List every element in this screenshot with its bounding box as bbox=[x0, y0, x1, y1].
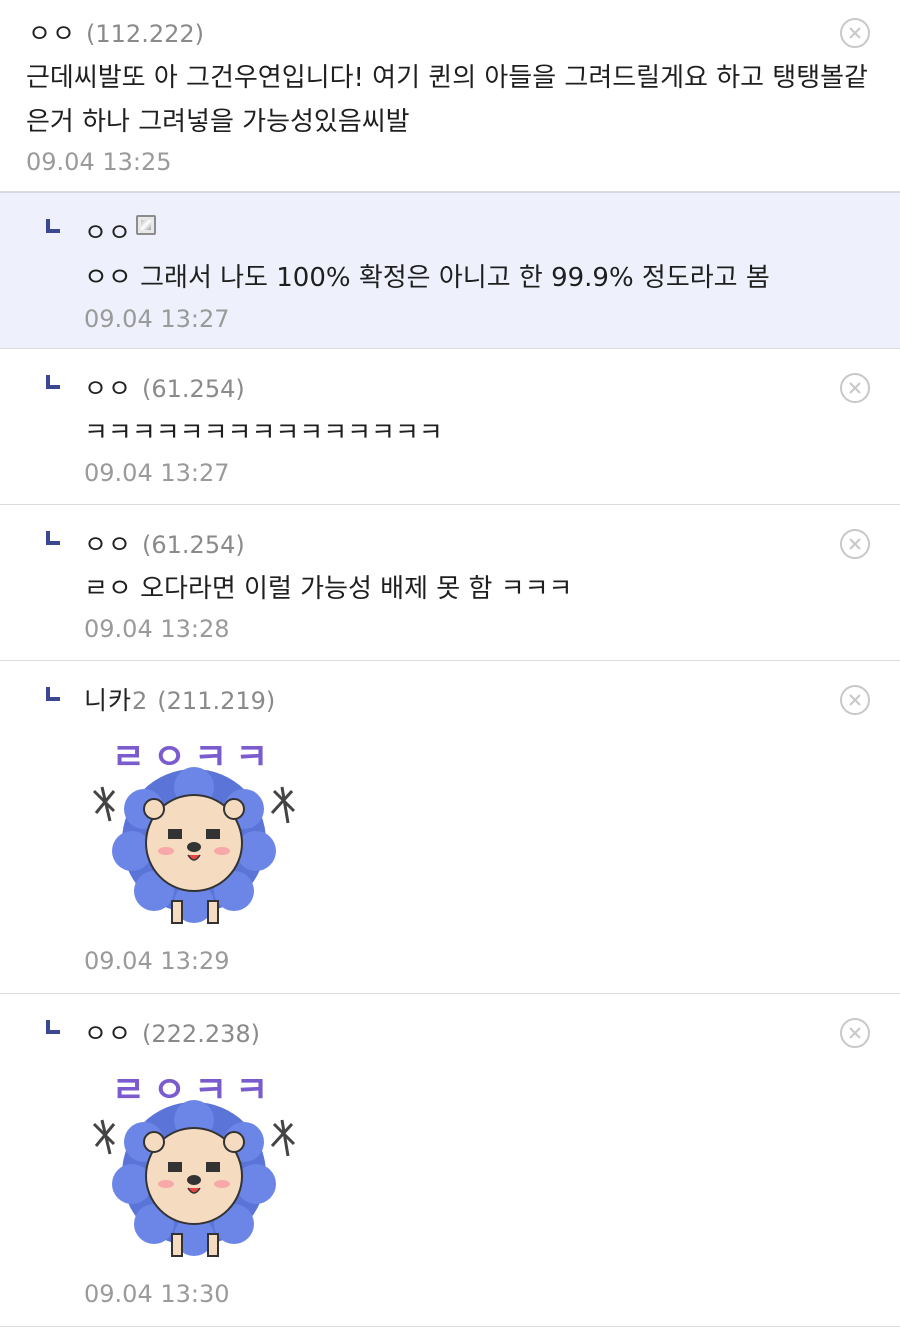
reply-arrow-icon bbox=[46, 1020, 60, 1034]
reply-item: ㅇㅇ (61.254) ㄹㅇ 오다라면 이럴 가능성 배제 못 함 ㅋㅋㅋ 09.… bbox=[0, 505, 900, 661]
close-icon bbox=[849, 1027, 861, 1039]
delete-comment-button[interactable] bbox=[840, 1018, 870, 1048]
delete-comment-button[interactable] bbox=[840, 685, 870, 715]
lion-sticker: ㄹㅇㅋㅋ bbox=[92, 737, 296, 924]
comment-author: 니카2 (211.219) bbox=[84, 681, 275, 717]
comment-item: ㅇㅇ (112.222) 근데씨발또 아 그건우연입니다! 여기 퀸의 아들을 그… bbox=[0, 0, 900, 192]
author-ip: (211.219) bbox=[157, 687, 276, 715]
fixed-nick-badge-icon bbox=[136, 215, 157, 235]
reply-arrow-icon bbox=[46, 375, 60, 389]
author-nick-suffix: 2 bbox=[132, 687, 148, 715]
author-ip: (61.254) bbox=[142, 531, 245, 559]
comment-time: 09.04 13:28 bbox=[84, 615, 230, 643]
comment-text: ㄹㅇ 오다라면 이럴 가능성 배제 못 함 ㅋㅋㅋ bbox=[84, 574, 573, 604]
lion-sticker: ㄹㅇㅋㅋ bbox=[92, 1070, 296, 1257]
close-icon bbox=[849, 538, 861, 550]
comment-author: ㅇㅇ (61.254) bbox=[84, 525, 245, 561]
close-icon bbox=[849, 382, 861, 394]
author-nick[interactable]: ㅇㅇ bbox=[84, 218, 132, 247]
reply-arrow-icon bbox=[46, 219, 60, 233]
author-nick[interactable]: ㅇㅇ bbox=[84, 1019, 132, 1048]
reply-arrow-icon bbox=[46, 531, 60, 545]
author-nick[interactable]: ㅇㅇ bbox=[84, 374, 132, 403]
comment-author: ㅇㅇ (222.238) bbox=[84, 1014, 260, 1050]
comment-time: 09.04 13:29 bbox=[84, 947, 230, 975]
author-nick[interactable]: ㅇㅇ bbox=[28, 19, 76, 48]
reply-item: ㅇㅇ (222.238) ㄹㅇㅋㅋ 09.04 13:30 bbox=[0, 994, 900, 1327]
comment-author: ㅇㅇ bbox=[84, 213, 157, 249]
author-ip: (222.238) bbox=[142, 1020, 260, 1048]
comment-author: ㅇㅇ (61.254) bbox=[84, 369, 245, 405]
reply-arrow-icon bbox=[46, 687, 60, 701]
comment-time: 09.04 13:30 bbox=[84, 1280, 230, 1308]
delete-comment-button[interactable] bbox=[840, 18, 870, 48]
reply-item: 니카2 (211.219) ㄹㅇㅋㅋ 09.04 13:29 bbox=[0, 661, 900, 994]
author-nick[interactable]: ㅇㅇ bbox=[84, 530, 132, 559]
comment-text: ㅋㅋㅋㅋㅋㅋㅋㅋㅋㅋㅋㅋㅋㅋㅋ bbox=[84, 418, 443, 448]
close-icon bbox=[849, 694, 861, 706]
comment-text: 근데씨발또 아 그건우연입니다! 여기 퀸의 아들을 그려드릴게요 하고 탱탱볼… bbox=[26, 56, 886, 144]
delete-comment-button[interactable] bbox=[840, 373, 870, 403]
comment-text-line: 근데씨발또 아 그건우연입니다! 여기 퀸의 아들을 그려드릴게요 하고 탱탱볼… bbox=[26, 63, 868, 93]
reply-item: ㅇㅇ (61.254) ㅋㅋㅋㅋㅋㅋㅋㅋㅋㅋㅋㅋㅋㅋㅋ 09.04 13:27 bbox=[0, 349, 900, 505]
comment-text: ㅇㅇ 그래서 나도 100% 확정은 아니고 한 99.9% 정도라고 봄 bbox=[84, 263, 770, 293]
comment-time: 09.04 13:25 bbox=[26, 148, 172, 176]
author-ip: (61.254) bbox=[142, 375, 245, 403]
author-ip: (112.222) bbox=[86, 20, 204, 48]
comment-text-line: 은거 하나 그려넣을 가능성있음씨발 bbox=[26, 107, 410, 137]
author-nick[interactable]: 니카 bbox=[84, 686, 132, 715]
reply-item: ㅇㅇ ㅇㅇ 그래서 나도 100% 확정은 아니고 한 99.9% 정도라고 봄… bbox=[0, 192, 900, 349]
comment-author: ㅇㅇ (112.222) bbox=[28, 14, 204, 50]
comment-time: 09.04 13:27 bbox=[84, 305, 230, 333]
comment-time: 09.04 13:27 bbox=[84, 459, 230, 487]
delete-comment-button[interactable] bbox=[840, 529, 870, 559]
close-icon bbox=[849, 27, 861, 39]
